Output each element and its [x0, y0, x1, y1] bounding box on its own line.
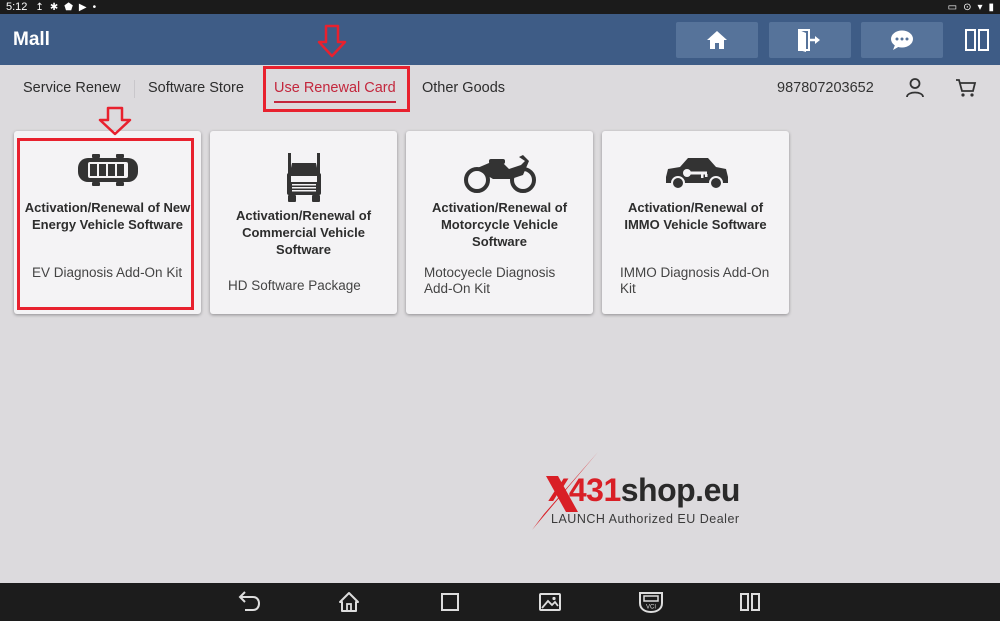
exit-icon [798, 29, 820, 52]
motorcycle-icon [406, 151, 593, 193]
status-time: 5:12 [6, 1, 28, 13]
user-button[interactable] [905, 77, 925, 104]
card-title: Activation/Renewal of Motorcycle Vehicle… [431, 200, 568, 249]
card-title: Activation/Renewal of IMMO Vehicle Softw… [624, 200, 767, 232]
shield-icon: ⬟ [64, 1, 73, 13]
split-screen-icon[interactable] [739, 591, 761, 613]
exit-button[interactable] [769, 22, 851, 58]
card-commercial-vehicle[interactable]: Activation/Renewal of Commercial Vehicle… [210, 131, 397, 314]
card-highlight-box [17, 138, 194, 310]
cart-button[interactable] [955, 77, 977, 104]
tab-software-store[interactable]: Software Store [148, 65, 244, 111]
location-icon: ⊙ [963, 1, 972, 13]
home-icon [707, 31, 727, 49]
tab-service-renew[interactable]: Service Renew [23, 65, 121, 111]
chat-button[interactable] [861, 22, 943, 58]
vci-icon[interactable]: VCI [636, 589, 666, 615]
card-title: Activation/Renewal of Commercial Vehicle… [235, 208, 372, 257]
split-screen-button[interactable] [957, 22, 997, 58]
tab-highlight-box [263, 66, 410, 112]
svg-text:VCI: VCI [646, 605, 656, 611]
watermark-logo: X431shop.eu LAUNCH Authorized EU Dealer [520, 450, 780, 530]
status-left-icons: ↥ ✱ ⬟ ▶ • [35, 2, 96, 13]
status-right-icons: ▭ ⊙ ▾ ▮ [948, 2, 994, 13]
immo-car-key-icon [602, 155, 789, 191]
brand-name: X431shop.eu [548, 472, 740, 509]
back-icon[interactable] [237, 591, 261, 613]
card-immo-vehicle[interactable]: Activation/Renewal of IMMO Vehicle Softw… [602, 131, 789, 314]
home-icon[interactable] [338, 591, 360, 613]
chat-icon [891, 30, 913, 50]
card-subtitle: Motocyecle Diagnosis Add-On Kit [424, 265, 556, 296]
app-header: Mall [0, 14, 1000, 65]
home-button[interactable] [676, 22, 758, 58]
brand-tagline: LAUNCH Authorized EU Dealer [551, 512, 740, 526]
dot-icon: • [92, 1, 97, 13]
tab-bar: Service Renew Software Store Use Renewal… [0, 65, 1000, 111]
card-subtitle: IMMO Diagnosis Add-On Kit [620, 265, 770, 296]
truck-icon [210, 151, 397, 203]
down-arrow-icon [98, 106, 132, 136]
tab-other-goods[interactable]: Other Goods [422, 65, 505, 111]
battery-icon: ▮ [988, 1, 994, 13]
split-screen-icon [965, 29, 989, 51]
page-title: Mall [13, 28, 50, 50]
gallery-icon[interactable] [538, 591, 562, 613]
cast-icon: ▭ [947, 1, 958, 13]
media-icon: ▶ [78, 1, 87, 13]
bluetooth-icon: ✱ [49, 1, 59, 13]
tab-divider [134, 80, 135, 98]
wifi-icon: ▾ [977, 1, 983, 13]
brand-name-dark: shop.eu [620, 472, 741, 508]
user-icon [906, 78, 924, 98]
cart-icon [956, 79, 977, 97]
system-nav-bar: VCI [0, 583, 1000, 621]
card-motorcycle-vehicle[interactable]: Activation/Renewal of Motorcycle Vehicle… [406, 131, 593, 314]
card-subtitle: HD Software Package [228, 278, 361, 293]
brand-name-red: X431 [548, 472, 621, 508]
down-arrow-icon [317, 24, 347, 58]
upload-icon: ↥ [35, 1, 44, 13]
account-serial: 987807203652 [777, 80, 874, 96]
recent-apps-icon[interactable] [439, 591, 461, 613]
status-bar: 5:12 ↥ ✱ ⬟ ▶ • ▭ ⊙ ▾ ▮ [0, 0, 1000, 14]
